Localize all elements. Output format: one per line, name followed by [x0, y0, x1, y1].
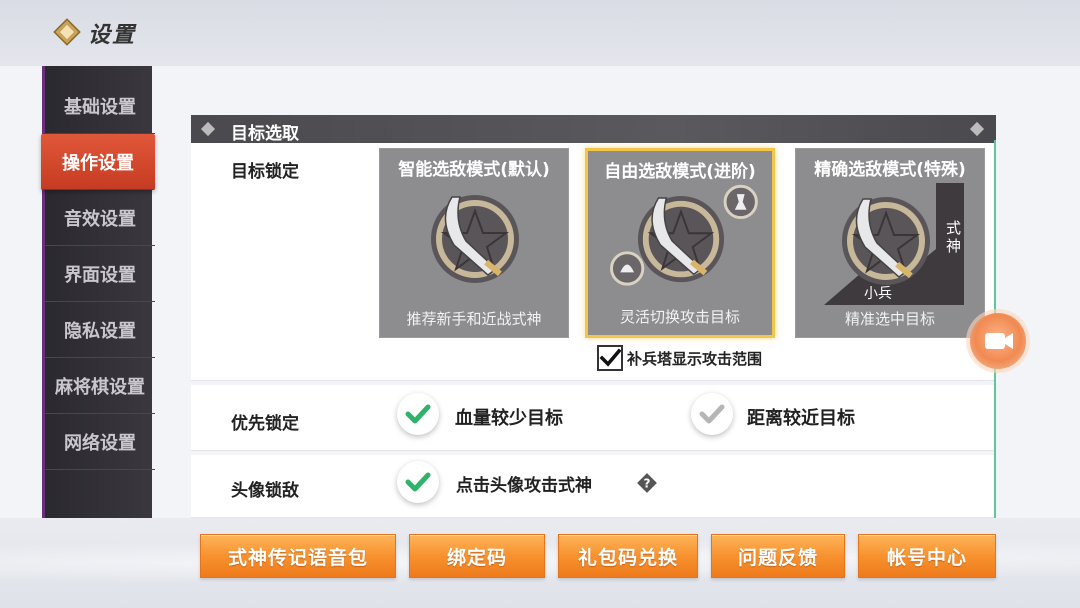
- diamond-icon: [200, 121, 216, 137]
- top-header: 设置: [0, 0, 1080, 66]
- sidebar-item-label: 麻将棋设置: [55, 376, 145, 398]
- target-lock-label: 目标锁定: [231, 162, 299, 182]
- sidebar-item-privacy[interactable]: 隐私设置: [45, 302, 155, 358]
- gray-check-icon: [699, 404, 725, 424]
- mode-title: 自由选敌模式(进阶): [604, 162, 756, 182]
- avatar-attack-radio[interactable]: [397, 461, 439, 503]
- mode-card-precise[interactable]: 精确选敌模式(特殊) 式神 小兵 精准选中目标: [795, 148, 985, 338]
- avatar-lock-row: 头像锁敌: [191, 455, 996, 518]
- sidebar-item-network[interactable]: 网络设置: [45, 414, 155, 470]
- feedback-button[interactable]: 问题反馈: [711, 534, 845, 578]
- sidebar-item-mahjong[interactable]: 麻将棋设置: [45, 358, 155, 414]
- mode-title: 精确选敌模式(特殊): [814, 160, 966, 180]
- diamond-icon: [969, 121, 985, 137]
- tower-range-label: 补兵塔显示攻击范围: [627, 350, 763, 368]
- tower-range-checkbox[interactable]: [597, 345, 623, 371]
- sidebar-item-label: 音效设置: [64, 208, 136, 230]
- mode-description: 精准选中目标: [844, 310, 935, 328]
- avatar-attack-label: 点击头像攻击式神: [456, 476, 592, 496]
- record-camera-button[interactable]: [970, 313, 1026, 369]
- sidebar-item-label: 隐私设置: [64, 320, 136, 342]
- sidebar-item-controls[interactable]: 操作设置: [41, 134, 155, 190]
- account-center-button[interactable]: 帐号中心: [858, 534, 996, 578]
- checkmark-icon: [599, 348, 622, 367]
- bind-code-button[interactable]: 绑定码: [409, 534, 545, 578]
- section-header: 目标选取: [191, 115, 996, 144]
- page-title: 设置: [88, 23, 137, 48]
- sidebar-item-basic[interactable]: 基础设置: [45, 78, 155, 134]
- svg-text:?: ?: [644, 477, 651, 491]
- low-hp-label: 血量较少目标: [455, 408, 563, 429]
- diamond-logo-icon: [53, 18, 81, 46]
- mode-description: 灵活切换攻击目标: [619, 308, 740, 326]
- voice-pack-button[interactable]: 式神传记语音包: [200, 534, 396, 578]
- mode-description: 推荐新手和近战式神: [406, 310, 542, 328]
- minion-tag: 小兵: [864, 286, 892, 302]
- nearest-radio[interactable]: [691, 393, 733, 435]
- priority-lock-row: 优先锁定: [191, 385, 996, 451]
- low-hp-radio[interactable]: [397, 393, 439, 435]
- nearest-label: 距离较近目标: [747, 408, 855, 429]
- sidebar-item-interface[interactable]: 界面设置: [45, 246, 155, 302]
- sidebar-item-label: 操作设置: [62, 152, 134, 174]
- sidebar: 基础设置 操作设置 音效设置 界面设置 隐私设置 麻将棋设置 网络设置: [41, 66, 155, 518]
- green-check-icon: [405, 404, 431, 424]
- sidebar-item-label: 网络设置: [64, 432, 136, 454]
- green-check-icon: [405, 472, 431, 492]
- sidebar-item-audio[interactable]: 音效设置: [45, 190, 155, 246]
- avatar-lock-label: 头像锁敌: [231, 481, 299, 501]
- mode-card-smart[interactable]: 智能选敌模式(默认) 推荐新手和近战式神: [379, 148, 569, 338]
- camera-icon: [985, 333, 1013, 349]
- gift-code-button[interactable]: 礼包码兑换: [558, 534, 698, 578]
- section-title: 目标选取: [231, 124, 299, 144]
- sidebar-item-label: 界面设置: [64, 264, 136, 286]
- sidebar-item-label: 基础设置: [64, 96, 136, 118]
- mode-title: 智能选敌模式(默认): [398, 160, 550, 180]
- help-icon[interactable]: ?: [636, 472, 658, 494]
- priority-lock-label: 优先锁定: [231, 414, 299, 434]
- mode-card-free[interactable]: 自由选敌模式(进阶) 灵活切换攻击目标: [585, 148, 775, 338]
- hero-tag: 式神: [946, 219, 962, 255]
